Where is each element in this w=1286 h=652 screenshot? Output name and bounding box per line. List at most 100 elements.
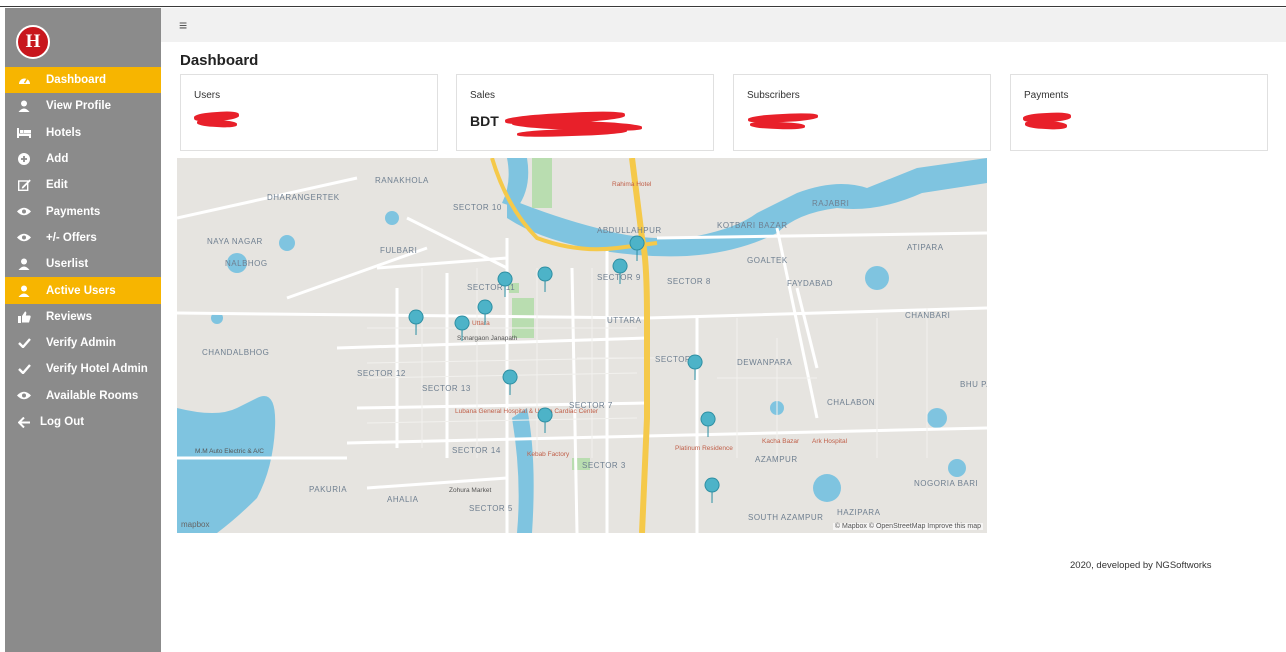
page-title: Dashboard <box>180 52 259 69</box>
sidebar-item-log-out[interactable]: Log Out <box>5 409 161 435</box>
sidebar-item-offers[interactable]: +/- Offers <box>5 225 161 251</box>
stat-card-value: BDT <box>470 113 499 129</box>
sidebar-item-label: Hotels <box>46 126 82 139</box>
map-label: KOTBARI BAZAR <box>717 221 788 230</box>
map-label: RANAKHOLA <box>375 176 429 185</box>
map-label: PAKURIA <box>309 485 347 494</box>
map-poi-label: Kacha Bazar <box>762 438 800 445</box>
edit-icon <box>16 178 32 192</box>
map-label: ABDULLAHPUR <box>597 226 662 235</box>
map-marker[interactable] <box>537 266 553 293</box>
sidebar-item-add[interactable]: Add <box>5 146 161 172</box>
map-poi-label: Ark Hospital <box>812 438 848 445</box>
map-label: FULBARI <box>380 246 417 255</box>
map-poi-label: Kebab Factory <box>527 451 570 458</box>
map-poi-label: Platinum Residence <box>675 445 733 452</box>
map-label: ATIPARA <box>907 243 944 252</box>
sidebar-nav: Dashboard View Profile Hotels Add Edit P… <box>5 67 161 435</box>
thumbs-up-icon <box>16 310 32 324</box>
map-label: SECTOR 3 <box>582 461 626 470</box>
sidebar-item-label: Edit <box>46 179 68 192</box>
sidebar-item-userlist[interactable]: Userlist <box>5 251 161 277</box>
sidebar-item-label: Userlist <box>46 258 89 271</box>
map-label: DEWANPARA <box>737 358 792 367</box>
map-label: AHALIA <box>387 495 419 504</box>
mapbox-logo[interactable]: mapbox <box>181 520 209 529</box>
stat-card-subscribers: Subscribers <box>733 74 991 151</box>
map-label: FAYDABAD <box>787 279 833 288</box>
map-label: AZAMPUR <box>755 455 798 464</box>
map-label: UTTARA <box>607 316 642 325</box>
sidebar-item-label: Dashboard <box>46 74 107 87</box>
map-label: SECTOR 12 <box>357 369 406 378</box>
map-label: HAZIPARA <box>837 508 881 517</box>
sidebar-item-active-users[interactable]: Active Users <box>5 277 161 304</box>
user-icon <box>16 99 32 113</box>
map-marker[interactable] <box>497 271 513 298</box>
map-poi-label: Uttara <box>472 320 490 327</box>
eye-icon <box>16 389 32 403</box>
map-marker[interactable] <box>687 354 703 381</box>
map-label: Sonargaon Janapath <box>457 335 518 342</box>
user-icon <box>16 257 32 271</box>
stat-card-label: Sales <box>470 90 496 101</box>
sidebar-item-label: Verify Admin <box>46 337 116 350</box>
map-canvas: DHARANGERTEK RANAKHOLA SECTOR 10 NAYA NA… <box>177 158 987 533</box>
sidebar-item-label: Payments <box>46 205 101 218</box>
map-label: CHANBARI <box>905 311 950 320</box>
sidebar-item-hotels[interactable]: Hotels <box>5 120 161 146</box>
sidebar-item-label: Log Out <box>40 416 85 428</box>
sidebar-item-view-profile[interactable]: View Profile <box>5 93 161 119</box>
map-poi-label: M.M Auto Electric & A/C <box>195 448 264 455</box>
map-marker[interactable] <box>502 369 518 396</box>
map-label: SECTOR 9 <box>597 273 641 282</box>
map-label: NALBHOG <box>225 259 268 268</box>
map-label: CHANDALBHOG <box>202 348 269 357</box>
sidebar-item-label: Reviews <box>46 310 93 323</box>
map-poi-label: Zohura Market <box>449 487 491 494</box>
map-marker[interactable] <box>537 407 553 434</box>
map-attribution[interactable]: © Mapbox © OpenStreetMap Improve this ma… <box>832 523 983 530</box>
map-label: SOUTH AZAMPUR <box>748 513 823 522</box>
top-bar: ≡ <box>161 8 1286 42</box>
map-label: RAJABRI <box>812 199 849 208</box>
stat-card-payments: Payments <box>1010 74 1268 151</box>
sidebar-item-reviews[interactable]: Reviews <box>5 304 161 330</box>
map-poi-label: Rahima Hotel <box>612 181 652 188</box>
sidebar-item-edit[interactable]: Edit <box>5 172 161 198</box>
map-label: SECTOR 8 <box>667 277 711 286</box>
sidebar-item-label: +/- Offers <box>46 231 97 244</box>
sidebar-item-available-rooms[interactable]: Available Rooms <box>5 383 161 409</box>
sidebar-item-label: View Profile <box>46 100 111 113</box>
map-label: SECTOR 5 <box>469 504 513 513</box>
map-marker[interactable] <box>704 477 720 504</box>
sidebar-item-label: Active Users <box>46 284 116 297</box>
sidebar-item-dashboard[interactable]: Dashboard <box>5 67 161 94</box>
app-logo[interactable]: H <box>16 25 50 59</box>
stat-card-users: Users <box>180 74 438 151</box>
eye-icon <box>16 231 32 245</box>
map-label: SECTOR 13 <box>422 384 471 393</box>
sidebar-item-verify-hotel-admin[interactable]: Verify Hotel Admin <box>5 356 161 382</box>
map-marker[interactable] <box>408 309 424 336</box>
map-poi-label: Lubana General Hospital & Uttara Cardiac… <box>455 408 599 415</box>
dashboard-icon <box>16 73 32 87</box>
stat-card-label: Subscribers <box>747 90 800 101</box>
map-label: GOALTEK <box>747 256 788 265</box>
hamburger-icon[interactable]: ≡ <box>179 17 187 33</box>
sidebar-item-payments[interactable]: Payments <box>5 198 161 224</box>
user-icon <box>16 284 32 298</box>
sidebar-item-label: Add <box>46 153 69 166</box>
arrow-left-icon <box>16 415 32 429</box>
bed-icon <box>16 126 32 140</box>
map-label: SECTOR 14 <box>452 446 501 455</box>
map-label: NAYA NAGAR <box>207 237 263 246</box>
check-icon <box>16 336 32 350</box>
window-top-edge <box>0 0 1286 7</box>
sidebar: H Dashboard View Profile Hotels Add Edit… <box>5 8 161 652</box>
sidebar-item-verify-admin[interactable]: Verify Admin <box>5 330 161 356</box>
sidebar-item-label: Verify Hotel Admin <box>46 363 148 376</box>
eye-icon <box>16 205 32 219</box>
map-view[interactable]: DHARANGERTEK RANAKHOLA SECTOR 10 NAYA NA… <box>177 158 987 533</box>
stat-card-label: Users <box>194 90 221 101</box>
